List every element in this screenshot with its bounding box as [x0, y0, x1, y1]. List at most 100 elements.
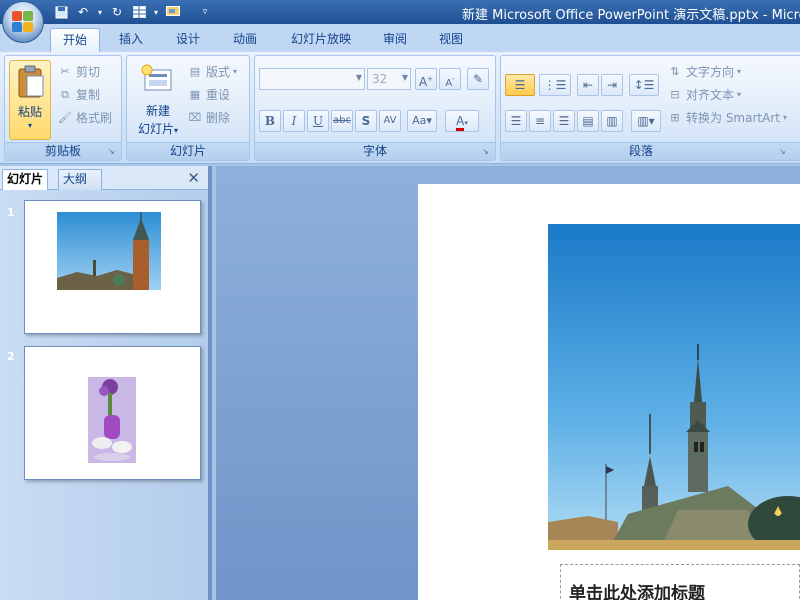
slide-canvas[interactable]: 单击此处添加标题 [418, 184, 800, 600]
strikethrough-icon[interactable]: abc [331, 110, 353, 132]
layout-button[interactable]: ▤ 版式 ▾ [187, 62, 237, 82]
italic-icon[interactable]: I [283, 110, 305, 132]
clipboard-group: 粘贴 ▾ ✂ 剪切 ⧉ 复制 🖌 格式刷 剪贴板 ↘ [4, 55, 122, 161]
title-placeholder[interactable]: 单击此处添加标题 [560, 564, 800, 600]
new-slide-dropdown-icon[interactable]: ▾ [174, 126, 178, 135]
tab-slides[interactable]: 幻灯片 [2, 169, 49, 190]
convert-smartart-label: 转换为 SmartArt [686, 111, 780, 125]
underline-icon[interactable]: U [307, 110, 329, 132]
tab-home[interactable]: 开始 [50, 28, 100, 52]
delete-label: 删除 [206, 111, 231, 125]
table-icon[interactable] [130, 3, 148, 21]
align-center-icon[interactable]: ≡ [529, 110, 551, 132]
office-button[interactable] [2, 1, 44, 43]
delete-slide-button[interactable]: ⌧ 删除 [187, 108, 230, 128]
grow-font-icon[interactable]: A+ [415, 68, 437, 90]
reset-label: 重设 [206, 88, 231, 102]
slide-thumbnail-panel: 幻灯片 大纲 ✕ 1 2 [0, 166, 212, 600]
undo-icon[interactable]: ↶ [74, 3, 92, 21]
customize-qat-icon[interactable]: ▿ [200, 3, 210, 21]
font-launcher-icon[interactable]: ↘ [482, 147, 492, 157]
format-painter-button[interactable]: 🖌 格式刷 [57, 108, 112, 128]
slideshow-icon[interactable] [164, 3, 182, 21]
paste-dropdown-icon[interactable]: ▾ [10, 121, 50, 130]
line-spacing-icon[interactable]: ↕☰ [629, 74, 659, 96]
slide-thumbnail-2[interactable] [24, 346, 201, 480]
align-left-icon[interactable]: ☰ [505, 110, 527, 132]
smartart-icon: ⊞ [670, 111, 680, 124]
new-slide-button[interactable]: 新建 幻灯片▾ [131, 60, 185, 140]
table-dropdown-icon[interactable]: ▾ [152, 3, 160, 21]
new-slide-label-2-text: 幻灯片 [137, 122, 174, 136]
copy-icon: ⧉ [61, 88, 69, 101]
redo-icon[interactable]: ↻ [108, 3, 126, 21]
clear-formatting-icon[interactable]: ✎ [467, 68, 489, 90]
paste-icon [18, 65, 44, 98]
close-panel-icon[interactable]: ✕ [187, 169, 200, 187]
shrink-font-icon[interactable]: A- [439, 68, 461, 90]
align-text-label: 对齐文本 [686, 88, 735, 102]
text-direction-icon: ⇅ [670, 65, 680, 78]
font-group: ▼ 32 ▼ A+ A- ✎ B I U abc S AV Aa▾ A▾ 字体 … [254, 55, 496, 161]
clipboard-group-label: 剪贴板 [5, 142, 121, 160]
tab-view[interactable]: 视图 [428, 28, 474, 52]
bold-icon[interactable]: B [259, 110, 281, 132]
slide-thumbnail-1[interactable] [24, 200, 201, 334]
font-name-dropdown-icon: ▼ [355, 73, 362, 82]
tab-slideshow[interactable]: 幻灯片放映 [280, 28, 362, 52]
panel-tab-bar: 幻灯片 大纲 ✕ [0, 166, 208, 190]
office-logo-icon [12, 11, 34, 33]
slide-number: 1 [7, 206, 15, 219]
undo-dropdown-icon[interactable]: ▾ [96, 3, 104, 21]
text-direction-label: 文字方向 [686, 65, 735, 79]
tab-animations[interactable]: 动画 [222, 28, 268, 52]
format-painter-label: 格式刷 [76, 111, 113, 125]
font-color-icon[interactable]: A▾ [445, 110, 479, 132]
paste-button[interactable]: 粘贴 ▾ [9, 60, 51, 140]
tab-insert[interactable]: 插入 [108, 28, 154, 52]
align-right-icon[interactable]: ☰ [553, 110, 575, 132]
copy-button[interactable]: ⧉ 复制 [57, 85, 100, 105]
city-hall-tower-image [548, 224, 800, 550]
tab-outline[interactable]: 大纲 [58, 169, 103, 190]
character-spacing-icon[interactable]: AV [379, 110, 401, 132]
paragraph-launcher-icon[interactable]: ↘ [779, 147, 789, 157]
font-name-combo[interactable]: ▼ [259, 68, 365, 90]
decrease-indent-icon[interactable]: ⇤ [577, 74, 599, 96]
paragraph-group-label-text: 段落 [629, 144, 654, 158]
bullets-icon[interactable]: ☰ [505, 74, 535, 96]
save-icon[interactable] [52, 3, 70, 21]
layout-dropdown-icon: ▾ [233, 67, 238, 76]
font-size-combo[interactable]: 32 ▼ [367, 68, 411, 90]
text-shadow-icon[interactable]: S [355, 110, 377, 132]
distribute-icon[interactable]: ▥ [601, 110, 623, 132]
slide-number: 2 [7, 350, 15, 363]
text-direction-button[interactable]: ⇅ 文字方向 ▾ [667, 62, 741, 82]
delete-slide-icon: ⌧ [188, 111, 202, 124]
justify-icon[interactable]: ▤ [577, 110, 599, 132]
smartart-dropdown-icon: ▾ [782, 113, 787, 122]
slide-photo-city[interactable] [548, 224, 800, 550]
ribbon: 粘贴 ▾ ✂ 剪切 ⧉ 复制 🖌 格式刷 剪贴板 ↘ 新建 幻灯片▾ ▤ 版式 … [0, 52, 800, 164]
cut-button[interactable]: ✂ 剪切 [57, 62, 100, 82]
change-case-icon[interactable]: Aa▾ [407, 110, 437, 132]
tab-review[interactable]: 审阅 [372, 28, 418, 52]
paragraph-group: ☰ ⋮☰ ⇤ ⇥ ↕☰ ☰ ≡ ☰ ▤ ▥ ▥▾ ⇅ 文字方向 ▾ ⊟ 对齐文本… [500, 55, 800, 161]
increase-indent-icon[interactable]: ⇥ [601, 74, 623, 96]
align-text-dropdown-icon: ▾ [737, 90, 742, 99]
reset-button[interactable]: ▦ 重设 [187, 85, 230, 105]
tab-design[interactable]: 设计 [165, 28, 211, 52]
copy-label: 复制 [76, 88, 101, 102]
quick-access-toolbar: ↶ ▾ ↻ ▾ ▿ [52, 3, 210, 21]
numbering-icon[interactable]: ⋮☰ [539, 74, 571, 96]
align-text-button[interactable]: ⊟ 对齐文本 ▾ [667, 85, 741, 105]
font-size-dropdown-icon: ▼ [401, 73, 408, 82]
cut-label: 剪切 [76, 65, 101, 79]
slides-group-label: 幻灯片 [127, 142, 249, 160]
layout-icon: ▤ [189, 65, 201, 78]
thumbnail-city-image [57, 212, 161, 290]
convert-smartart-button[interactable]: ⊞ 转换为 SmartArt ▾ [667, 108, 787, 128]
slides-group: 新建 幻灯片▾ ▤ 版式 ▾ ▦ 重设 ⌧ 删除 幻灯片 [126, 55, 250, 161]
clipboard-launcher-icon[interactable]: ↘ [108, 147, 118, 157]
columns-icon[interactable]: ▥▾ [631, 110, 661, 132]
